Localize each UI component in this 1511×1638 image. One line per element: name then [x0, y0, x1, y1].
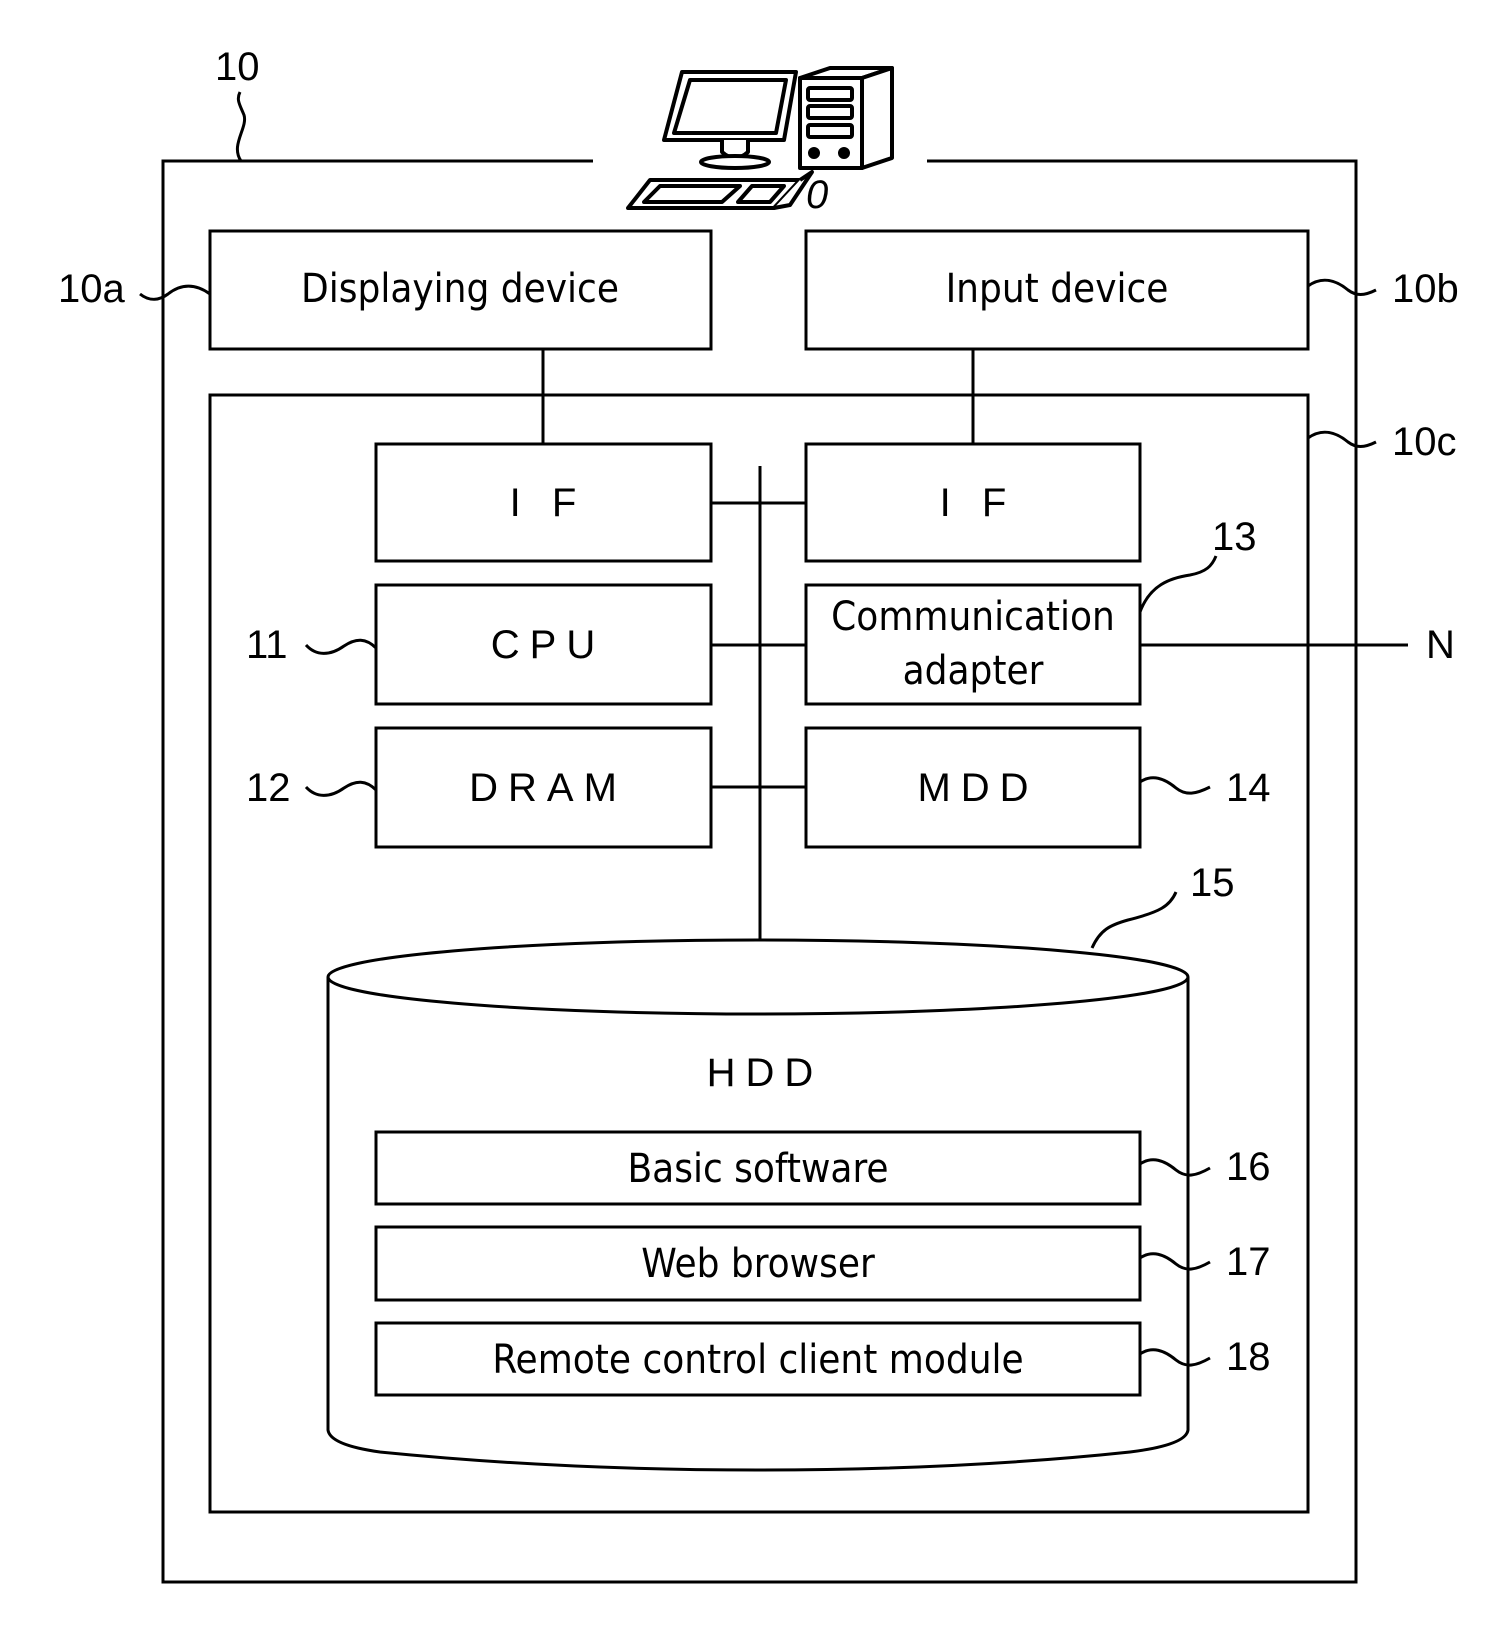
leader-line-14: [1139, 776, 1211, 795]
leader-line-15: [1090, 891, 1178, 949]
mdd-label: MDD: [917, 766, 1038, 810]
web-browser-label: Web browser: [641, 1241, 875, 1287]
communication-adapter-label-line1: Communication: [831, 594, 1115, 640]
leader-line-11: [304, 638, 378, 655]
leader-line-12: [304, 780, 378, 797]
hdd-label: HDD: [707, 1051, 824, 1095]
ref-label-computer-icon: 0: [806, 173, 828, 217]
input-device-label: Input device: [946, 266, 1169, 312]
if-left-label: I F: [510, 481, 587, 525]
ref-label-12: 12: [246, 766, 291, 810]
block-diagram: 10 0 Displaying device 10a Input device …: [58, 45, 1459, 1584]
ref-label-10b: 10b: [1392, 267, 1459, 311]
ref-label-10: 10: [215, 45, 260, 89]
ref-label-13: 13: [1212, 515, 1257, 559]
ref-label-11: 11: [246, 623, 288, 667]
desktop-computer-icon: [626, 66, 894, 210]
ref-label-17: 17: [1226, 1240, 1271, 1284]
if-right-label: I F: [940, 481, 1017, 525]
dram-label: DRAM: [469, 766, 627, 810]
displaying-device-label: Displaying device: [301, 266, 619, 312]
leader-line-10b: [1307, 278, 1377, 296]
ref-label-15: 15: [1190, 861, 1235, 905]
ref-label-network-N: N: [1426, 623, 1455, 667]
remote-control-client-module-label: Remote control client module: [492, 1337, 1023, 1383]
cpu-label: CPU: [491, 623, 605, 667]
leader-line-13: [1138, 555, 1218, 613]
communication-adapter-label-line2: adapter: [903, 648, 1044, 694]
basic-software-label: Basic software: [627, 1146, 888, 1192]
ref-label-10a: 10a: [58, 267, 125, 311]
ref-label-10c: 10c: [1392, 420, 1457, 464]
ref-label-18: 18: [1226, 1335, 1271, 1379]
ref-label-14: 14: [1226, 766, 1271, 810]
ref-label-16: 16: [1226, 1145, 1271, 1189]
leader-line-10a: [139, 284, 211, 301]
leader-line-10: [235, 91, 247, 162]
leader-line-10c: [1307, 430, 1377, 448]
